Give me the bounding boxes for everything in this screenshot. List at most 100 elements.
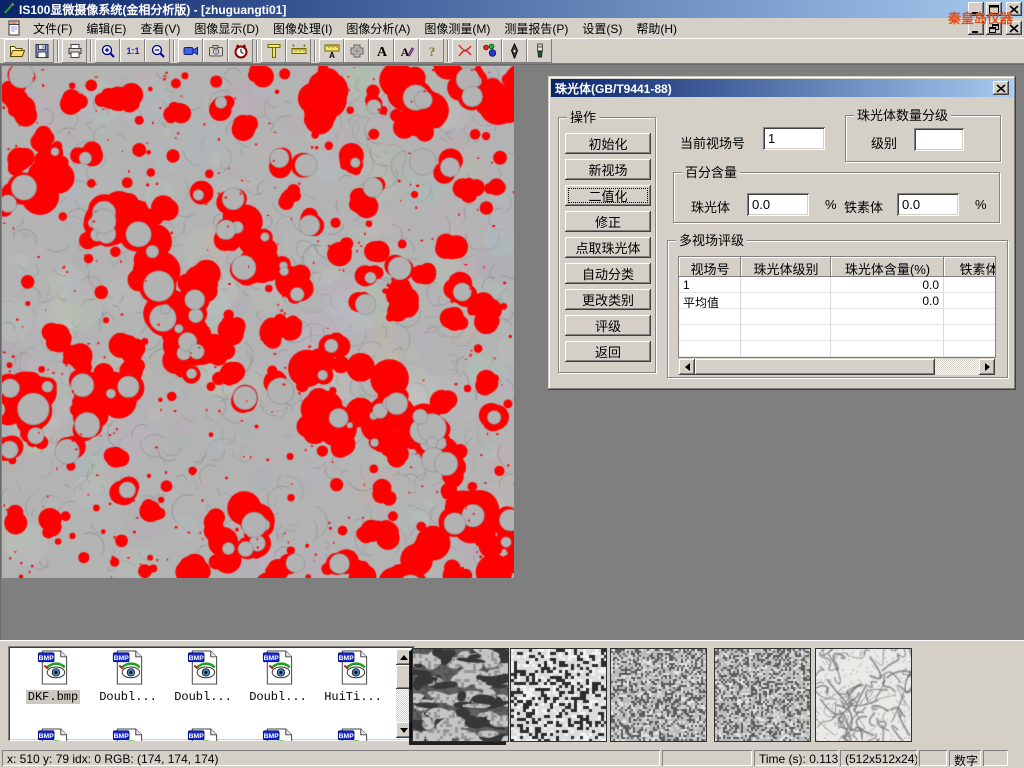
scroll-left-button[interactable] — [679, 359, 695, 375]
op-button-3[interactable]: 修正 — [565, 211, 651, 232]
table-row[interactable]: 10.0 — [679, 277, 995, 293]
brush-button[interactable] — [527, 39, 552, 63]
menu-item-7[interactable]: 测量报告(P) — [497, 17, 575, 40]
menu-item-2[interactable]: 查看(V) — [133, 17, 187, 40]
table-h-scrollbar[interactable] — [679, 359, 995, 375]
op-button-8[interactable]: 返回 — [565, 341, 651, 362]
file-item-row2-4[interactable]: BMP — [316, 728, 390, 741]
file-v-scrollbar[interactable] — [396, 649, 412, 738]
thumbnail-image-4[interactable] — [815, 648, 912, 742]
current-field-label: 当前视场号 — [680, 133, 745, 152]
multi-field-group-label: 多视场评级 — [676, 233, 747, 248]
thumbnail-image-2[interactable] — [610, 648, 707, 742]
file-item-2[interactable]: BMPDoubl... — [166, 650, 240, 704]
file-item-row2-3[interactable]: BMP — [241, 728, 315, 741]
svg-text:1:1: 1:1 — [126, 46, 139, 56]
table-row[interactable]: 平均值0.0 — [679, 293, 995, 309]
video-camera-button[interactable] — [178, 39, 203, 63]
ferrite-input[interactable]: 0.0 — [897, 193, 959, 216]
document-icon[interactable]: DOC — [6, 20, 22, 36]
scroll-right-button[interactable] — [979, 359, 995, 375]
pattern-button[interactable] — [344, 39, 369, 63]
current-field-input[interactable]: 1 — [763, 127, 825, 150]
table-row[interactable] — [679, 309, 995, 325]
menu-item-8[interactable]: 设置(S) — [575, 17, 629, 40]
op-button-5[interactable]: 自动分类 — [565, 263, 651, 284]
measure-text-button[interactable]: A — [319, 39, 344, 63]
table-header-2: 珠光体含量(%) — [831, 257, 944, 277]
menu-item-4[interactable]: 图像处理(I) — [266, 17, 339, 40]
pearlite-input[interactable]: 0.0 — [747, 193, 809, 216]
photo-camera-button[interactable] — [203, 39, 228, 63]
table-row[interactable] — [679, 325, 995, 341]
status-empty-2 — [919, 750, 947, 766]
op-button-4[interactable]: 点取珠光体 — [565, 237, 651, 258]
menu-item-6[interactable]: 图像测量(M) — [417, 17, 497, 40]
op-button-7[interactable]: 评级 — [565, 315, 651, 336]
save-button[interactable] — [29, 39, 54, 63]
file-item-1[interactable]: BMPDoubl... — [91, 650, 165, 704]
text-button[interactable]: A — [369, 39, 394, 63]
table-cell — [831, 309, 944, 325]
color-points-button[interactable] — [477, 39, 502, 63]
menu-item-3[interactable]: 图像显示(D) — [187, 17, 266, 40]
app-icon — [2, 1, 16, 18]
clock-button[interactable] — [228, 39, 253, 63]
ruler-icon — [291, 43, 307, 59]
file-item-row2-1[interactable]: BMP — [91, 728, 165, 741]
pearlite-dialog: 珠光体(GB/T9441-88) 操作 初始化新视场二值化修正点取珠光体自动分类… — [548, 76, 1016, 390]
h-scroll-thumb[interactable] — [695, 359, 935, 375]
menu-item-1[interactable]: 编辑(E) — [79, 17, 133, 40]
v-scroll-thumb[interactable] — [396, 665, 412, 689]
thumbnail-image-1[interactable] — [510, 648, 607, 742]
v-scroll-track[interactable] — [396, 689, 412, 722]
table-cell — [741, 309, 831, 325]
table-header-3: 铁素体 — [944, 257, 995, 277]
ruler-button[interactable] — [286, 39, 311, 63]
dialog-close-button[interactable] — [993, 81, 1009, 95]
specimen-image[interactable] — [2, 66, 514, 578]
zoom-out-button[interactable] — [145, 39, 170, 63]
op-button-0[interactable]: 初始化 — [565, 133, 651, 154]
menu-item-5[interactable]: 图像分析(A) — [339, 17, 417, 40]
print-button[interactable] — [62, 39, 87, 63]
menu-item-0[interactable]: 文件(F) — [26, 17, 79, 40]
zoom-in-button[interactable] — [95, 39, 120, 63]
ferrite-label: 铁素体 — [844, 197, 883, 216]
file-item-3[interactable]: BMPDoubl... — [241, 650, 315, 704]
toolbar-separator — [90, 40, 92, 62]
menu-bar: DOC 文件(F)编辑(E)查看(V)图像显示(D)图像处理(I)图像分析(A)… — [0, 18, 1024, 38]
file-item-0[interactable]: BMPDKF.bmp — [16, 650, 90, 704]
toolbar: 1:1AAA? — [0, 38, 1024, 64]
scroll-up-button[interactable] — [396, 649, 412, 665]
file-item-row2-0[interactable]: BMP — [16, 728, 90, 741]
bottom-panel: BMPDKF.bmpBMPDoubl...BMPDoubl...BMPDoubl… — [0, 640, 1024, 748]
help-button[interactable]: ? — [419, 39, 444, 63]
op-button-6[interactable]: 更改类别 — [565, 289, 651, 310]
level-input[interactable] — [914, 128, 964, 151]
text-edit-button[interactable]: A — [394, 39, 419, 63]
file-name: Doubl... — [247, 690, 309, 704]
bmp-file-icon: BMP — [262, 728, 294, 741]
bmp-file-icon: BMP — [37, 728, 69, 741]
measure-text-icon: A — [324, 43, 340, 59]
bmp-file-icon: BMP — [337, 728, 369, 741]
table-cell: 0.0 — [831, 293, 944, 309]
op-button-2[interactable]: 二值化 — [565, 185, 651, 206]
svg-text:A: A — [376, 45, 387, 59]
thumbnail-image-3[interactable] — [714, 648, 811, 742]
actual-size-button[interactable]: 1:1 — [120, 39, 145, 63]
menu-item-9[interactable]: 帮助(H) — [629, 17, 684, 40]
h-scroll-track[interactable] — [935, 359, 979, 375]
thumbnail-image-0[interactable] — [412, 648, 509, 742]
caliper-button[interactable] — [261, 39, 286, 63]
op-button-1[interactable]: 新视场 — [565, 159, 651, 180]
curve-button[interactable] — [452, 39, 477, 63]
grading-group: 珠光体数量分级 级别 — [845, 115, 1001, 162]
table-row[interactable] — [679, 341, 995, 357]
pen-button[interactable] — [502, 39, 527, 63]
scroll-down-button[interactable] — [396, 722, 412, 738]
open-file-button[interactable] — [4, 39, 29, 63]
file-item-4[interactable]: BMPHuiTi... — [316, 650, 390, 704]
file-item-row2-2[interactable]: BMP — [166, 728, 240, 741]
